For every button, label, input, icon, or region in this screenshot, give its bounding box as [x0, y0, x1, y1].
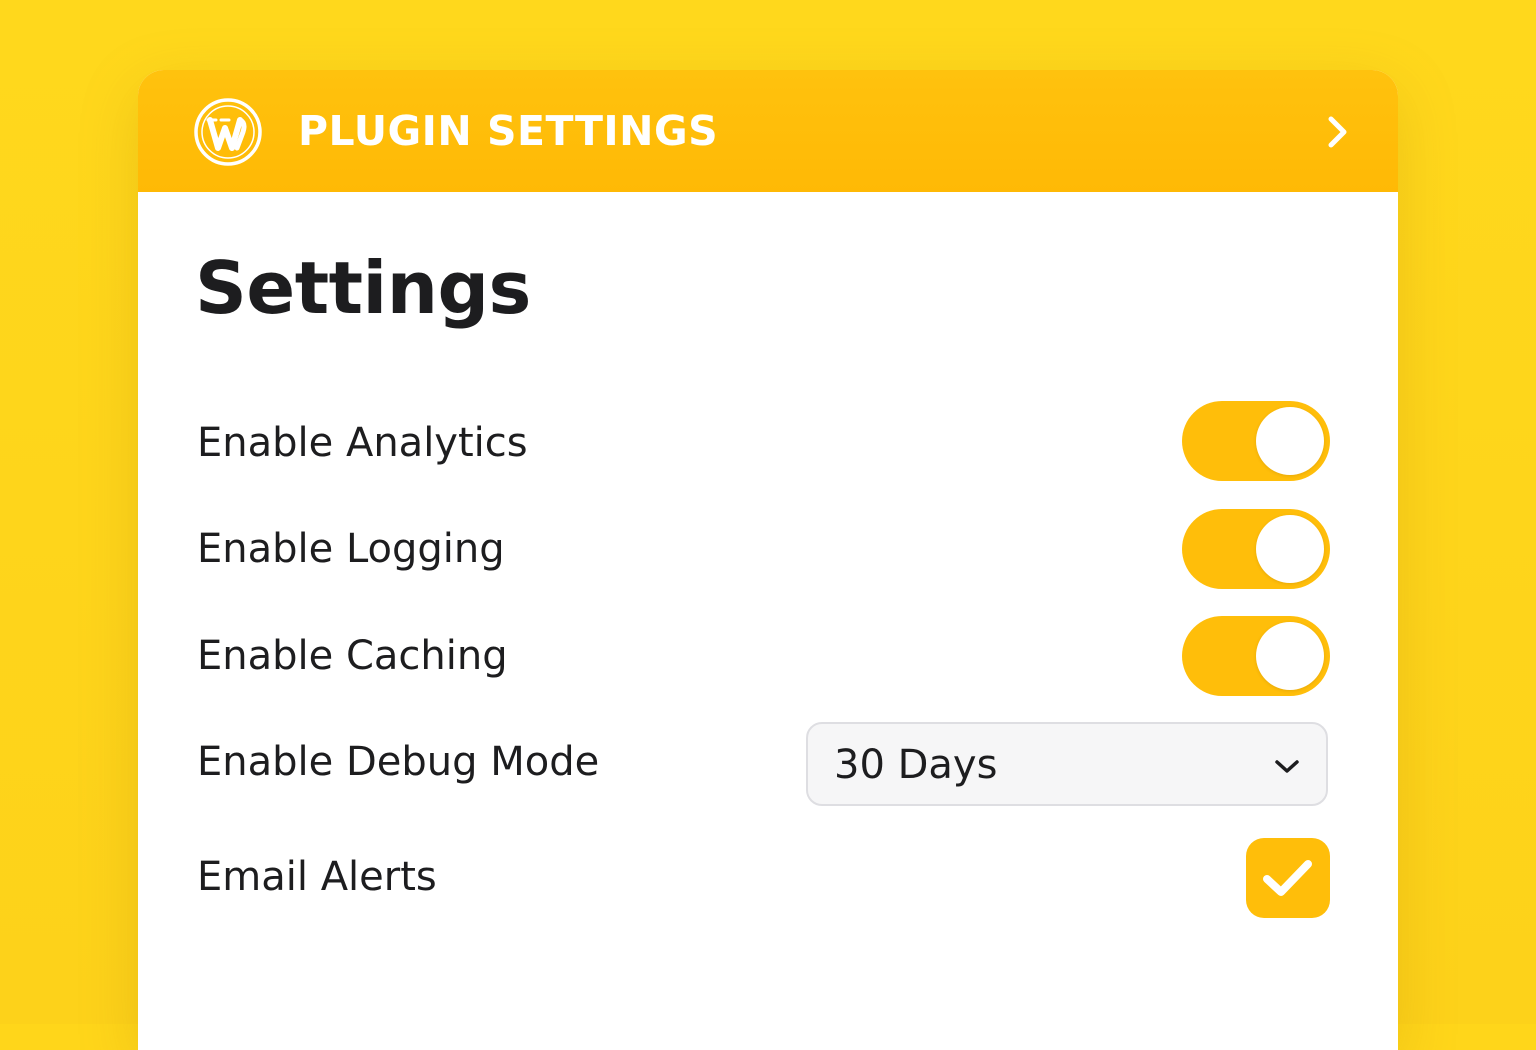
logging-label: Enable Logging — [197, 526, 505, 572]
checkmark-icon — [1263, 860, 1312, 896]
email-alerts-label: Email Alerts — [197, 854, 437, 900]
debug-mode-selected-value: 30 Days — [834, 742, 998, 788]
toggle-knob — [1256, 407, 1324, 475]
email-alerts-checkbox[interactable] — [1246, 838, 1330, 918]
analytics-label: Enable Analytics — [197, 420, 528, 466]
logging-toggle[interactable] — [1182, 509, 1330, 589]
toggle-knob — [1256, 622, 1324, 690]
panel-header: PLUGIN SETTINGS — [138, 70, 1398, 192]
chevron-down-icon — [1275, 760, 1299, 773]
debug-mode-select[interactable]: 30 Days — [806, 722, 1328, 806]
wordpress-logo-icon — [194, 98, 262, 166]
header-title: PLUGIN SETTINGS — [298, 107, 719, 155]
toggle-knob — [1256, 515, 1324, 583]
chevron-right-icon[interactable] — [1324, 114, 1352, 150]
settings-panel: PLUGIN SETTINGS Settings Enable Analytic… — [138, 70, 1398, 1050]
debug-mode-label: Enable Debug Mode — [197, 739, 600, 785]
analytics-toggle[interactable] — [1182, 401, 1330, 481]
caching-label: Enable Caching — [197, 633, 508, 679]
caching-toggle[interactable] — [1182, 616, 1330, 696]
page-title: Settings — [195, 246, 531, 330]
